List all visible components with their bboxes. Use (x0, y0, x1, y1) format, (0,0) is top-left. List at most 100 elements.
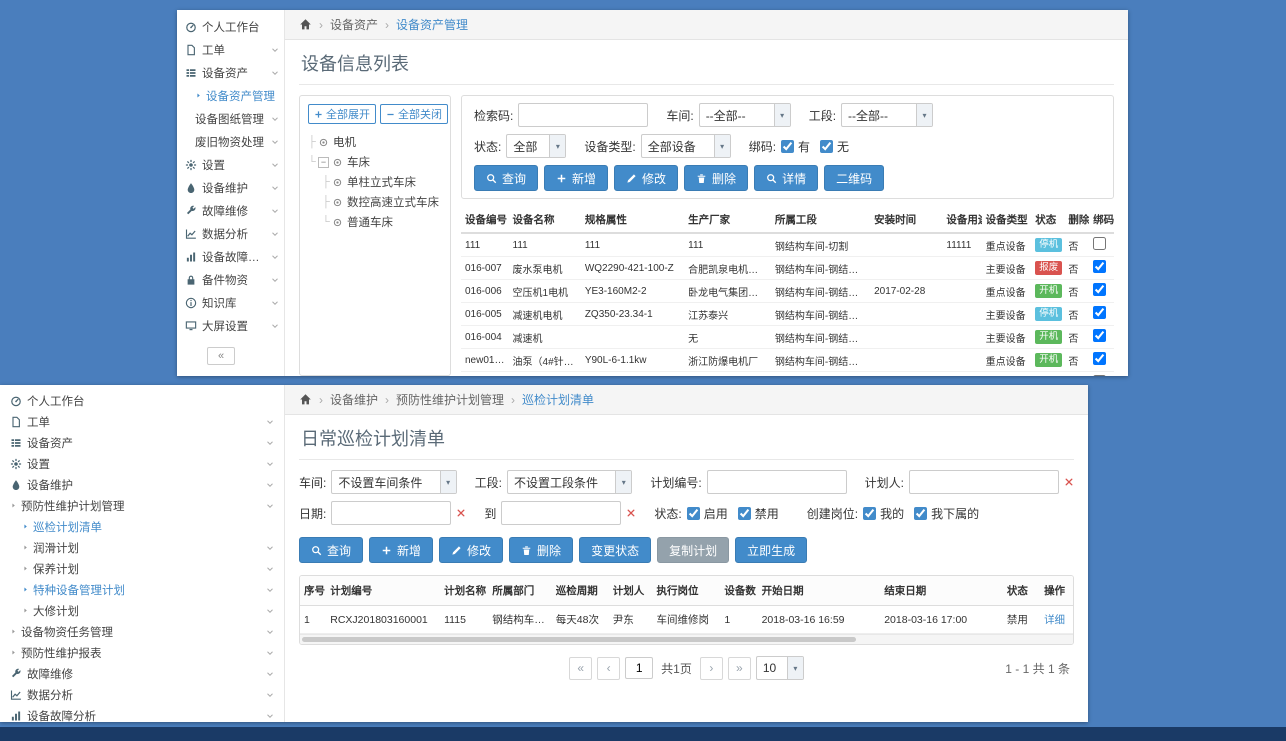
column-header[interactable]: 设备类型 (982, 207, 1032, 233)
tree-node[interactable]: └普通车床 (308, 212, 442, 232)
column-header[interactable]: 执行岗位 (653, 576, 721, 606)
horizontal-scrollbar[interactable] (300, 634, 1073, 644)
post-subordinate-option[interactable]: 我下属的 (914, 505, 979, 522)
bind-no-option[interactable]: 无 (820, 138, 849, 155)
bind-checkbox[interactable] (1093, 260, 1106, 273)
query-button[interactable]: 查询 (299, 537, 363, 563)
column-header[interactable]: 绑码 (1089, 207, 1114, 233)
tree-node[interactable]: ├电机 (308, 132, 442, 152)
tree-node[interactable]: └−车床 (308, 152, 442, 172)
bind-checkbox[interactable] (1093, 283, 1106, 296)
search-code-input[interactable] (518, 103, 648, 127)
bind-checkbox[interactable] (1093, 237, 1106, 250)
query-button[interactable]: 查询 (474, 165, 538, 191)
sidebar-item[interactable]: 个人工作台 (177, 15, 284, 38)
breadcrumb-item[interactable]: 预防性维护计划管理 (396, 391, 504, 408)
column-header[interactable]: 设备数 (720, 576, 757, 606)
sidebar-item[interactable]: 设置 (177, 153, 284, 176)
bind-checkbox[interactable] (1093, 306, 1106, 319)
table-row[interactable]: 111111111111钢结构车间-切割11111重点设备停机否 (461, 233, 1114, 257)
sidebar-item[interactable]: 设备故障分析 (0, 705, 284, 722)
column-header[interactable]: 巡检周期 (552, 576, 609, 606)
column-header[interactable]: 计划名称 (440, 576, 488, 606)
sidebar-item[interactable]: 设备资产 (177, 61, 284, 84)
workshop-select[interactable]: 不设置车间条件▾ (331, 470, 456, 494)
column-header[interactable]: 生产厂家 (684, 207, 771, 233)
column-header[interactable]: 设备编号 (461, 207, 509, 233)
table-row[interactable]: new016-003油泵（4#针摆电机）Y90L-6-1.1kw浙江防爆电机厂钢… (461, 349, 1114, 372)
column-header[interactable]: 所属部门 (488, 576, 552, 606)
device-type-select[interactable]: 全部设备▾ (641, 134, 731, 158)
sidebar-item[interactable]: 设备故障分析 (177, 245, 284, 268)
column-header[interactable]: 所属工段 (771, 207, 870, 233)
bind-checkbox[interactable] (1093, 375, 1106, 376)
status-enabled-checkbox[interactable] (687, 507, 700, 520)
column-header[interactable]: 状态 (1031, 207, 1064, 233)
page-number-input[interactable] (625, 657, 653, 679)
table-row[interactable]: 016-002液压站（16#电机）Y112M-4-4.0kw江苏金兴电机有限公钢… (461, 372, 1114, 377)
column-header[interactable]: 计划人 (609, 576, 653, 606)
column-header[interactable]: 开始日期 (758, 576, 881, 606)
sidebar-item[interactable]: 大修计划 (0, 600, 284, 621)
sidebar-item[interactable]: 设备物资任务管理 (0, 621, 284, 642)
sidebar-item[interactable]: 备件物资 (177, 268, 284, 291)
column-header[interactable]: 安装时间 (870, 207, 942, 233)
sidebar-item[interactable]: 设置 (0, 453, 284, 474)
pagination-last-button[interactable]: » (728, 657, 751, 680)
delete-button[interactable]: 删除 (509, 537, 573, 563)
tree-node[interactable]: ├数控高速立式车床 (308, 192, 442, 212)
table-row[interactable]: 1RCXJ2018031600011115钢结构车间-每天48次尹东车间维修岗1… (300, 606, 1073, 634)
pagination-first-button[interactable]: « (569, 657, 592, 680)
breadcrumb-item[interactable]: 巡检计划清单 (522, 391, 594, 408)
sidebar-item[interactable]: 个人工作台 (0, 390, 284, 411)
breadcrumb-item[interactable]: 设备资产管理 (396, 16, 468, 33)
column-header[interactable]: 计划编号 (326, 576, 440, 606)
clear-date-from-icon[interactable] (456, 508, 466, 518)
sidebar-item[interactable]: 特种设备管理计划 (0, 579, 284, 600)
status-disabled-checkbox[interactable] (738, 507, 751, 520)
sidebar-item[interactable]: 设备资产 (0, 432, 284, 453)
plan-no-input[interactable] (707, 470, 847, 494)
add-button[interactable]: 新增 (369, 537, 433, 563)
column-header[interactable]: 设备用途 (942, 207, 981, 233)
table-row[interactable]: 016-004减速机无钢结构车间-钢结构车间段主要设备开机否 (461, 326, 1114, 349)
section-select[interactable]: 不设置工段条件▾ (507, 470, 632, 494)
page-size-select[interactable]: 10▾ (756, 656, 804, 680)
date-to-input[interactable] (501, 501, 621, 525)
delete-button[interactable]: 删除 (684, 165, 748, 191)
bind-checkbox[interactable] (1093, 329, 1106, 342)
pagination-prev-button[interactable]: ‹ (597, 657, 620, 680)
tree-node[interactable]: ├单柱立式车床 (308, 172, 442, 192)
sidebar-item[interactable]: 预防性维护计划管理 (0, 495, 284, 516)
status-disabled-option[interactable]: 禁用 (738, 505, 779, 522)
sidebar-item[interactable]: 预防性维护报表 (0, 642, 284, 663)
workshop-select[interactable]: --全部--▾ (699, 103, 791, 127)
column-header[interactable]: 删除 (1064, 207, 1089, 233)
column-header[interactable]: 规格属性 (581, 207, 684, 233)
detail-button[interactable]: 详情 (754, 165, 818, 191)
sidebar-item[interactable]: 故障维修 (0, 663, 284, 684)
sidebar-item[interactable]: 工单 (177, 38, 284, 61)
copy-plan-button[interactable]: 复制计划 (657, 537, 729, 563)
scrollbar-thumb[interactable] (302, 637, 856, 642)
breadcrumb-item[interactable]: 设备资产 (330, 16, 378, 33)
clear-planner-icon[interactable] (1064, 477, 1074, 487)
sidebar-item[interactable]: 设备维护 (0, 474, 284, 495)
sidebar-item[interactable]: 数据分析 (0, 684, 284, 705)
table-row[interactable]: 016-007废水泵电机WQ2290-421-100-Z合肥凯泉电机电泵有钢结构… (461, 257, 1114, 280)
status-enabled-option[interactable]: 启用 (687, 505, 728, 522)
bind-yes-option[interactable]: 有 (781, 138, 810, 155)
qrcode-button[interactable]: 二维码 (824, 165, 884, 191)
sidebar-item[interactable]: 大屏设置 (177, 314, 284, 337)
column-header[interactable]: 设备名称 (509, 207, 581, 233)
table-row[interactable]: 016-005减速机电机ZQ350-23.34-1江苏泰兴钢结构车间-钢结构车间… (461, 303, 1114, 326)
generate-now-button[interactable]: 立即生成 (735, 537, 807, 563)
section-select[interactable]: --全部--▾ (841, 103, 933, 127)
post-subordinate-checkbox[interactable] (914, 507, 927, 520)
sidebar-item[interactable]: 废旧物资处理 (177, 130, 284, 153)
edit-button[interactable]: 修改 (614, 165, 678, 191)
sidebar-item[interactable]: 润滑计划 (0, 537, 284, 558)
column-header[interactable]: 结束日期 (880, 576, 1003, 606)
expand-all-button[interactable]: 全部展开 (308, 104, 376, 124)
sidebar-item[interactable]: 工单 (0, 411, 284, 432)
